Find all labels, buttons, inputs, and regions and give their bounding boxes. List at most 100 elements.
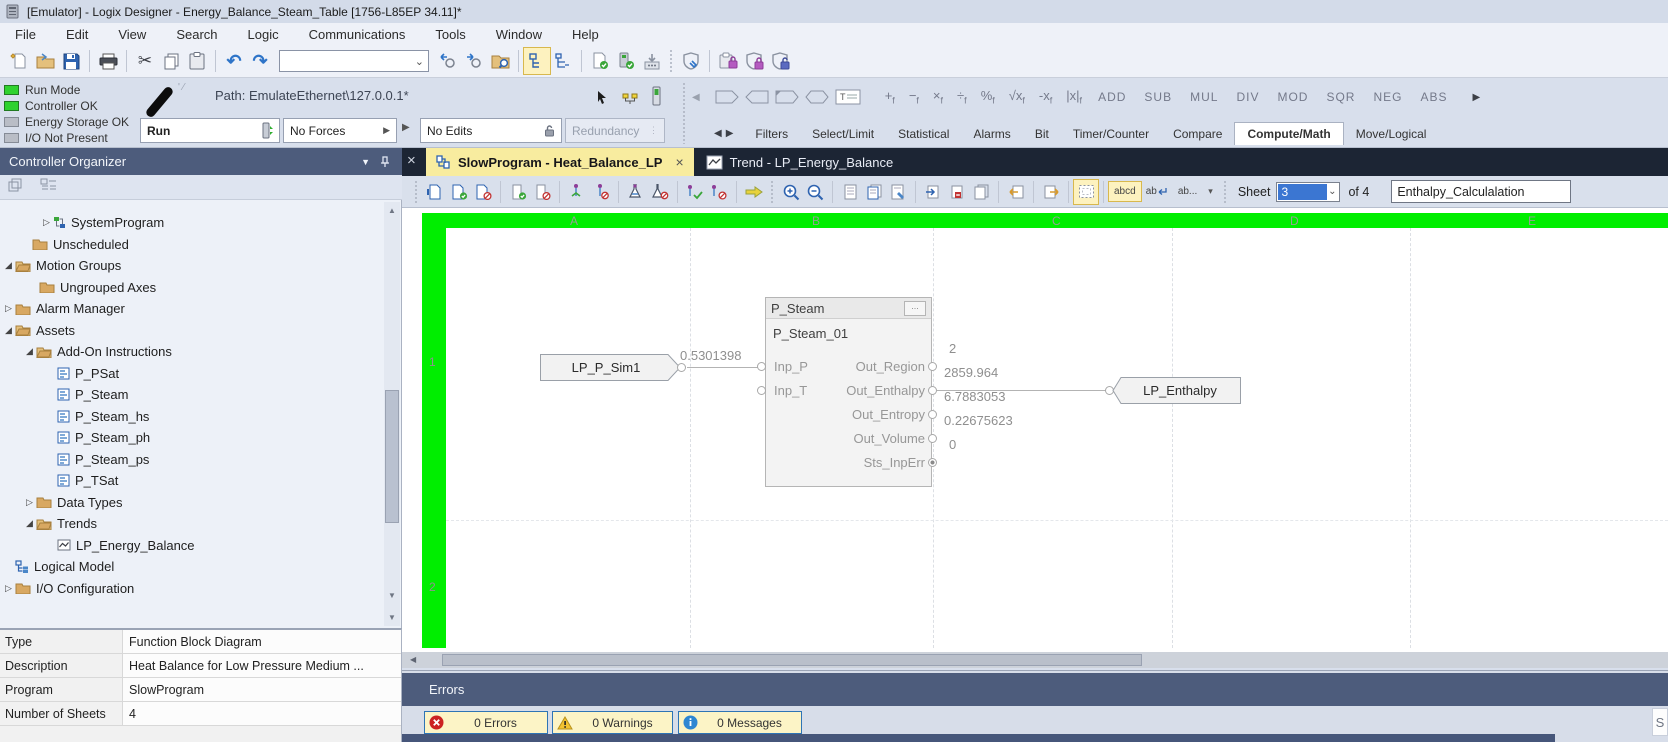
tree-item-unscheduled[interactable]: Unscheduled bbox=[0, 234, 401, 256]
verify-routine-button[interactable] bbox=[587, 48, 613, 74]
property-value[interactable]: Heat Balance for Low Pressure Medium ... bbox=[123, 654, 401, 677]
instruction-div-f-button[interactable]: ÷f bbox=[950, 88, 974, 106]
scroll-down-icon-mid[interactable]: ▼ bbox=[384, 591, 400, 600]
iref-shape-button[interactable] bbox=[715, 90, 739, 104]
compare-tree-toggle[interactable] bbox=[523, 47, 551, 75]
instruction-neg-f-button[interactable]: -xf bbox=[1032, 88, 1059, 106]
compare-tree-secondary[interactable] bbox=[550, 48, 576, 74]
tab-trend-lp-energy-balance[interactable]: Trend - LP_Energy_Balance bbox=[694, 148, 906, 176]
mode-dropdown[interactable]: Run bbox=[140, 118, 280, 143]
tab-statistical[interactable]: Statistical bbox=[886, 123, 961, 145]
tabs-scroll-right-icon[interactable]: ▶ bbox=[726, 128, 744, 145]
tree-item-p-psat[interactable]: P_PSat bbox=[0, 363, 401, 385]
scroll-up-icon[interactable]: ▲ bbox=[384, 202, 400, 215]
import-sheet-icon[interactable] bbox=[921, 180, 945, 204]
textbox-shape-button[interactable]: T bbox=[835, 89, 861, 105]
edits-dropdown[interactable]: No Edits bbox=[420, 118, 562, 143]
property-value[interactable]: Function Block Diagram bbox=[123, 630, 401, 653]
instruction-SQR-button[interactable]: SQR bbox=[1317, 90, 1364, 104]
menu-edit[interactable]: Edit bbox=[51, 25, 103, 44]
expand-icon[interactable]: ▷ bbox=[2, 583, 15, 594]
instruction-NEG-button[interactable]: NEG bbox=[1364, 90, 1411, 104]
menu-search[interactable]: Search bbox=[161, 25, 232, 44]
hscrollbar-thumb[interactable] bbox=[442, 654, 1142, 666]
collapse-all-icon[interactable] bbox=[8, 178, 24, 197]
input-pin-connector[interactable] bbox=[757, 386, 766, 395]
instruction-mod-f-button[interactable]: %f bbox=[974, 88, 1002, 106]
text-abcd-button[interactable]: abcd bbox=[1108, 181, 1142, 202]
scroll-left-icon[interactable]: ◀ bbox=[410, 655, 416, 664]
search-results-corner-tab[interactable]: S bbox=[1652, 708, 1668, 736]
output-pin-connector[interactable] bbox=[928, 410, 937, 419]
instruction-MOD-button[interactable]: MOD bbox=[1268, 90, 1317, 104]
pages-icon[interactable] bbox=[862, 180, 886, 204]
ocon-shape-button[interactable] bbox=[805, 90, 829, 104]
instruction-sub-f-button[interactable]: −f bbox=[902, 88, 926, 106]
tree-item-data-types[interactable]: ▷ Data Types bbox=[0, 492, 401, 514]
menu-window[interactable]: Window bbox=[481, 25, 557, 44]
tab-alarms[interactable]: Alarms bbox=[961, 123, 1022, 145]
routine-verify-icon[interactable] bbox=[506, 180, 530, 204]
tree-item-p-steam-ph[interactable]: P_Steam_ph bbox=[0, 427, 401, 449]
instruction-mul-f-button[interactable]: ×f bbox=[926, 88, 950, 106]
instruction-MUL-button[interactable]: MUL bbox=[1181, 90, 1227, 104]
input-reference-lp-p-sim1[interactable]: LP_P_Sim1 bbox=[540, 354, 687, 381]
open-file-button[interactable] bbox=[32, 48, 58, 74]
block-tag-name[interactable]: P_Steam_01 bbox=[766, 319, 931, 341]
sheet-block-icon[interactable] bbox=[471, 180, 495, 204]
pin-sts-inperr[interactable]: Sts_InpErr bbox=[765, 455, 925, 470]
output-pin-connector[interactable] bbox=[928, 386, 937, 395]
expand-icon[interactable]: ▷ bbox=[40, 217, 53, 228]
expand-icon[interactable]: ◢ bbox=[23, 346, 36, 357]
tree-item-alarm-manager[interactable]: ▷ Alarm Manager bbox=[0, 298, 401, 320]
instruction-DIV-button[interactable]: DIV bbox=[1227, 90, 1268, 104]
page-properties-icon[interactable] bbox=[886, 180, 910, 204]
tree-scrollbar-thumb[interactable] bbox=[385, 390, 399, 523]
iref-output-pin[interactable] bbox=[677, 363, 686, 372]
quick-find-combobox[interactable]: ⌄ bbox=[279, 50, 429, 72]
scroll-down-icon[interactable]: ▼ bbox=[384, 613, 400, 622]
instruction-ADD-button[interactable]: ADD bbox=[1089, 90, 1135, 104]
search-previous-button[interactable] bbox=[435, 48, 461, 74]
property-value[interactable]: 4 bbox=[123, 702, 401, 725]
tree-item-io-configuration[interactable]: ▷ I/O Configuration bbox=[0, 578, 401, 600]
menu-tools[interactable]: Tools bbox=[420, 25, 480, 44]
pin-icon[interactable] bbox=[380, 155, 402, 168]
output-pin-connector[interactable] bbox=[928, 362, 937, 371]
status-pin-connector[interactable] bbox=[928, 458, 937, 467]
tree-item-lp-energy-balance[interactable]: LP_Energy_Balance bbox=[0, 535, 401, 557]
wire-verify-icon[interactable] bbox=[683, 180, 707, 204]
tab-bit[interactable]: Bit bbox=[1023, 123, 1061, 145]
tab-timer-counter[interactable]: Timer/Counter bbox=[1061, 123, 1161, 145]
warnings-filter-button[interactable]: 0 Warnings bbox=[552, 711, 673, 734]
cut-icon[interactable]: ✂ bbox=[132, 48, 158, 74]
tree-item-p-tsat[interactable]: P_TSat bbox=[0, 470, 401, 492]
safety-lock-clipboard-button[interactable] bbox=[715, 48, 741, 74]
instruction-SUB-button[interactable]: SUB bbox=[1135, 90, 1181, 104]
pin-block-icon[interactable] bbox=[589, 180, 613, 204]
tree-item-p-steam-ps[interactable]: P_Steam_ps bbox=[0, 449, 401, 471]
tree-item-systemprogram[interactable]: ▷ SystemProgram bbox=[0, 212, 401, 234]
tree-item-assets[interactable]: ◢ Assets bbox=[0, 320, 401, 342]
delete-sheet-icon[interactable] bbox=[945, 180, 969, 204]
menu-file[interactable]: File bbox=[0, 25, 51, 44]
tree-item-p-steam-hs[interactable]: P_Steam_hs bbox=[0, 406, 401, 428]
instruction-add-f-button[interactable]: +f bbox=[878, 88, 902, 106]
pin-out-region[interactable]: Out_Region bbox=[765, 359, 925, 374]
tab-move-logical[interactable]: Move/Logical bbox=[1344, 123, 1439, 145]
page-icon[interactable] bbox=[838, 180, 862, 204]
expand-icon[interactable]: ▷ bbox=[2, 303, 15, 314]
tab-compute-math[interactable]: Compute/Math bbox=[1234, 122, 1344, 145]
search-in-project-button[interactable] bbox=[487, 48, 513, 74]
sheet-selector[interactable]: 3 ⌄ bbox=[1276, 181, 1341, 202]
text-wrap-button[interactable]: ab bbox=[1141, 182, 1173, 201]
errors-panel-header[interactable]: Errors bbox=[402, 673, 1668, 706]
organizer-options-icon[interactable] bbox=[40, 178, 57, 197]
new-sheet-icon[interactable] bbox=[423, 180, 447, 204]
edits-expand-icon[interactable]: ▶ bbox=[402, 122, 410, 133]
tabs-scroll-left-icon[interactable]: ◀ bbox=[714, 128, 726, 145]
flask-block-icon[interactable] bbox=[648, 180, 672, 204]
oref-shape-button[interactable] bbox=[744, 90, 769, 104]
sheet-verify-icon[interactable] bbox=[447, 180, 471, 204]
expand-icon[interactable]: ▷ bbox=[23, 497, 36, 508]
